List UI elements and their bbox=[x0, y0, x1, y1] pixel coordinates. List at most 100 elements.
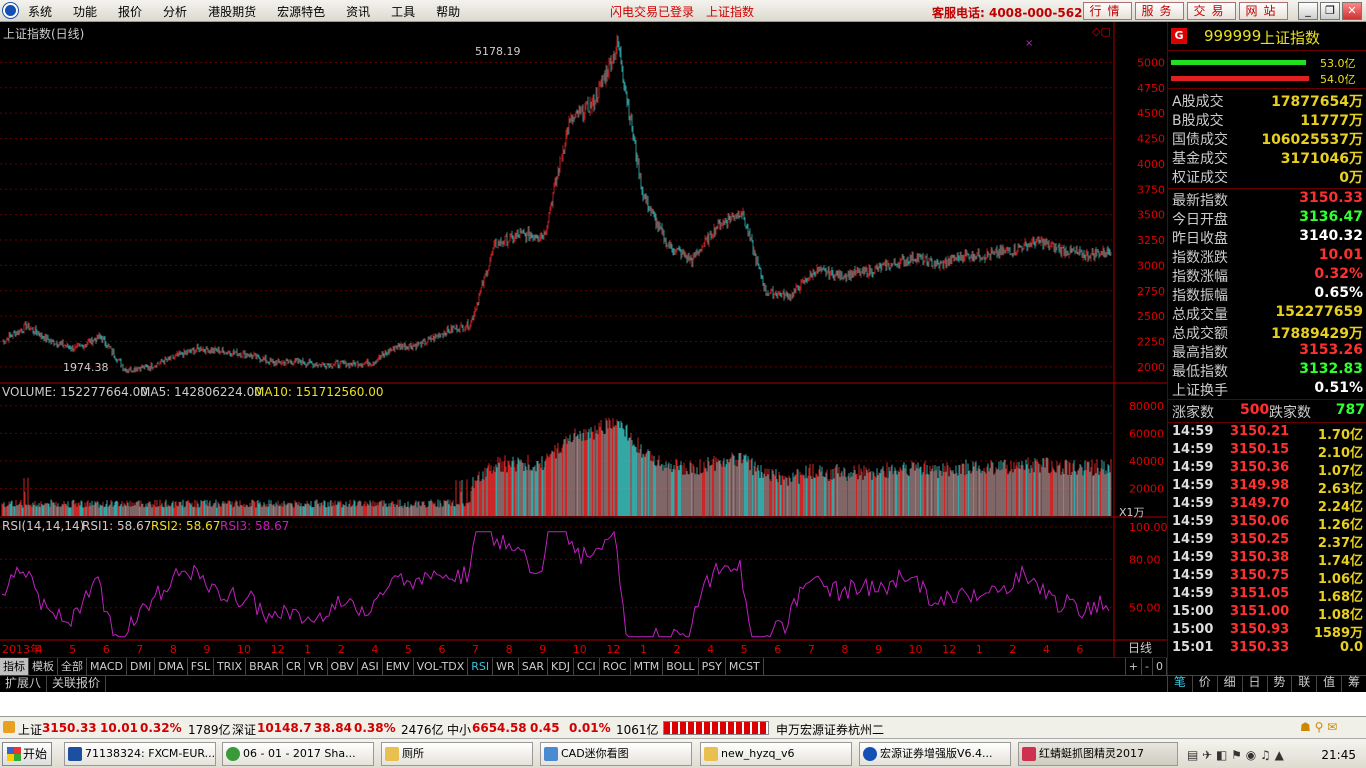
system-tray[interactable]: ▤ ✈ ◧ ⚑ ◉ ♫ ▲ 21:45 bbox=[1183, 742, 1366, 766]
x-tick-label: 7 bbox=[472, 643, 479, 656]
panel-tab[interactable]: 价 bbox=[1191, 675, 1217, 692]
menu-hk-futures[interactable]: 港股期货 bbox=[208, 3, 256, 20]
chart-area[interactable]: 5000 4750 4500 4250 4000 3750 3500 3250 3000 2750… bbox=[0, 22, 1167, 674]
tick-row[interactable]: 15:00 3150.93 1589万 bbox=[1170, 622, 1365, 641]
tab-vol-tdx[interactable]: VOL-TDX bbox=[414, 658, 469, 675]
tab-kdj[interactable]: KDJ bbox=[548, 658, 574, 675]
tab-vr[interactable]: VR bbox=[305, 658, 328, 675]
chart-option-icon[interactable]: ◇▢ bbox=[1092, 25, 1111, 38]
tab-fsl[interactable]: FSL bbox=[188, 658, 214, 675]
zoom-in-button[interactable]: + bbox=[1124, 658, 1143, 675]
status-icons[interactable]: ☗ ⚲ ✉ bbox=[1300, 720, 1337, 734]
tab-brar[interactable]: BRAR bbox=[246, 658, 284, 675]
tab-emv[interactable]: EMV bbox=[383, 658, 414, 675]
task-browser[interactable]: 06 - 01 - 2017 Sha... bbox=[222, 742, 374, 766]
task-folder-toilet[interactable]: 厕所 bbox=[381, 742, 533, 766]
menu-analysis[interactable]: 分析 bbox=[163, 3, 187, 20]
minimize-icon[interactable]: _ bbox=[1298, 2, 1318, 20]
menu-news[interactable]: 资讯 bbox=[346, 3, 370, 20]
tab-asi[interactable]: ASI bbox=[358, 658, 383, 675]
panel-tab[interactable]: 联 bbox=[1291, 675, 1316, 692]
tab-psy[interactable]: PSY bbox=[699, 658, 726, 675]
tab-sar[interactable]: SAR bbox=[519, 658, 549, 675]
restore-icon[interactable]: ❐ bbox=[1320, 2, 1340, 20]
panel-tab[interactable]: 日 bbox=[1241, 675, 1267, 692]
tick-volume: 1.08亿 bbox=[1317, 608, 1363, 623]
quote-button[interactable]: 行情 bbox=[1083, 2, 1132, 20]
task-fxcm[interactable]: 71138324: FXCM-EUR... bbox=[64, 742, 216, 766]
tab-trix[interactable]: TRIX bbox=[214, 658, 247, 675]
turnover-value: 0万 bbox=[1339, 170, 1363, 186]
close-icon[interactable]: ✕ bbox=[1342, 2, 1362, 20]
tick-row[interactable]: 14:59 3149.98 2.63亿 bbox=[1170, 478, 1365, 497]
x-tick-label: 4 bbox=[36, 643, 43, 656]
tab-all[interactable]: 全部 bbox=[58, 658, 87, 675]
x-tick-label: 10 bbox=[237, 643, 251, 656]
tick-row[interactable]: 15:00 3151.00 1.08亿 bbox=[1170, 604, 1365, 623]
tab-cci[interactable]: CCI bbox=[574, 658, 600, 675]
stat-value: 3153.26 bbox=[1299, 342, 1363, 358]
tab-rsi[interactable]: RSI bbox=[468, 658, 494, 675]
zoom-out-button[interactable]: - bbox=[1142, 658, 1153, 675]
x-tick-label: 2 bbox=[674, 643, 681, 656]
tab-ext8[interactable]: 扩展八 bbox=[0, 676, 48, 692]
turnover-label: 国债成交 bbox=[1172, 132, 1228, 148]
tick-row[interactable]: 14:59 3150.75 1.06亿 bbox=[1170, 568, 1365, 587]
panel-tab[interactable]: 筹 bbox=[1341, 675, 1366, 692]
tab-mcst[interactable]: MCST bbox=[726, 658, 764, 675]
start-button[interactable]: 开始 bbox=[2, 742, 52, 766]
tab-indicator[interactable]: 指标 bbox=[0, 658, 29, 675]
tick-row[interactable]: 14:59 3151.05 1.68亿 bbox=[1170, 586, 1365, 605]
tab-roc[interactable]: ROC bbox=[600, 658, 631, 675]
tick-row[interactable]: 14:59 3150.15 2.10亿 bbox=[1170, 442, 1365, 461]
task-hongyuan[interactable]: 宏源证券增强版V6.4... bbox=[859, 742, 1011, 766]
menu-tools[interactable]: 工具 bbox=[391, 3, 415, 20]
tick-list[interactable]: 14:59 3150.21 1.70亿 14:59 3150.15 2.10亿 14:59 3… bbox=[1168, 424, 1366, 658]
sz-change: 38.84 bbox=[314, 721, 352, 735]
service-button[interactable]: 服务 bbox=[1135, 2, 1184, 20]
tick-row[interactable]: 14:59 3149.70 2.24亿 bbox=[1170, 496, 1365, 515]
tab-obv[interactable]: OBV bbox=[328, 658, 358, 675]
menu-quote[interactable]: 报价 bbox=[118, 3, 142, 20]
browser-icon bbox=[226, 747, 240, 761]
menu-hongyuan[interactable]: 宏源特色 bbox=[277, 3, 325, 20]
login-notice[interactable]: 闪电交易已登录 bbox=[610, 3, 694, 20]
trade-button[interactable]: 交易 bbox=[1187, 2, 1236, 20]
panel-tab[interactable]: 细 bbox=[1216, 675, 1242, 692]
panel-tab[interactable]: 势 bbox=[1266, 675, 1292, 692]
website-button[interactable]: 网站 bbox=[1239, 2, 1288, 20]
price-tick-label: 2750 bbox=[1137, 285, 1165, 298]
tick-row[interactable]: 14:59 3150.36 1.07亿 bbox=[1170, 460, 1365, 479]
task-folder-hyzq[interactable]: new_hyzq_v6 bbox=[700, 742, 852, 766]
tick-row[interactable]: 14:59 3150.06 1.26亿 bbox=[1170, 514, 1365, 533]
tick-time: 14:59 bbox=[1172, 496, 1214, 511]
tick-row[interactable]: 14:59 3150.25 2.37亿 bbox=[1170, 532, 1365, 551]
period-label[interactable]: 日线 bbox=[1128, 641, 1152, 655]
tab-wr[interactable]: WR bbox=[493, 658, 519, 675]
tab-mtm[interactable]: MTM bbox=[631, 658, 664, 675]
tick-row[interactable]: 14:59 3150.38 1.74亿 bbox=[1170, 550, 1365, 569]
tab-boll[interactable]: BOLL bbox=[663, 658, 699, 675]
tick-time: 15:00 bbox=[1172, 622, 1214, 637]
menu-function[interactable]: 功能 bbox=[73, 3, 97, 20]
volume-tick-label: 40000 bbox=[1129, 455, 1164, 468]
tab-dma[interactable]: DMA bbox=[155, 658, 188, 675]
tray-icons[interactable]: ▤ ✈ ◧ ⚑ ◉ ♫ ▲ bbox=[1187, 748, 1284, 762]
index-code: 999999 bbox=[1204, 27, 1262, 45]
tab-related-quote[interactable]: 关联报价 bbox=[47, 676, 107, 692]
kline-chart[interactable]: 5000475045004250400037503500325030002750… bbox=[0, 22, 1167, 657]
task-cad[interactable]: CAD迷你看图 bbox=[540, 742, 692, 766]
menu-system[interactable]: 系统 bbox=[28, 3, 52, 20]
zoom-reset-button[interactable]: 0 bbox=[1153, 658, 1167, 675]
menu-help[interactable]: 帮助 bbox=[436, 3, 460, 20]
task-screenshot-tool[interactable]: 红蜻蜓抓图精灵2017 bbox=[1018, 742, 1178, 766]
panel-tab[interactable]: 笔 bbox=[1167, 675, 1192, 692]
tab-cr[interactable]: CR bbox=[283, 658, 306, 675]
panel-tab[interactable]: 值 bbox=[1316, 675, 1341, 692]
tab-dmi[interactable]: DMI bbox=[127, 658, 156, 675]
x-tick-label: 10 bbox=[909, 643, 923, 656]
tick-row[interactable]: 15:01 3150.33 0.0 bbox=[1170, 640, 1365, 658]
tab-macd[interactable]: MACD bbox=[87, 658, 127, 675]
tab-template[interactable]: 模板 bbox=[29, 658, 58, 675]
tick-row[interactable]: 14:59 3150.21 1.70亿 bbox=[1170, 424, 1365, 443]
